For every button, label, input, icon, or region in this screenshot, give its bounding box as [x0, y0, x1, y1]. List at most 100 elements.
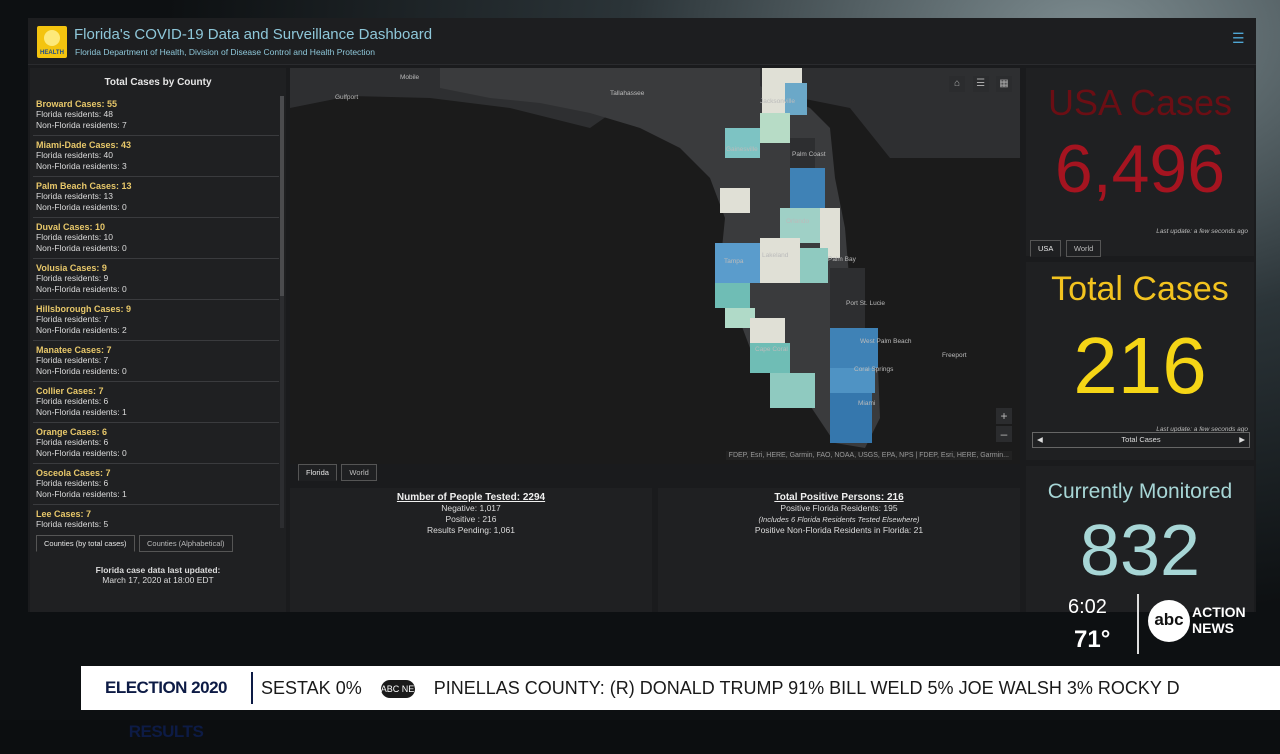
map-label-mobile: Mobile	[400, 74, 420, 81]
map-label-gulfport: Gulfport	[335, 94, 359, 101]
positive-persons-title[interactable]: Total Positive Persons: 216	[658, 492, 1020, 503]
county-fl-residents: Florida residents: 48	[36, 109, 114, 119]
positive-fl-residents: Positive Florida Residents: 195	[780, 503, 898, 513]
list-icon[interactable]: ☰	[972, 76, 989, 92]
dashboard-header: HEALTH Florida's COVID-19 Data and Surve…	[28, 18, 1256, 65]
map-label-coral-springs: Coral Springs	[854, 366, 894, 373]
positive-note: (Includes 6 Florida Residents Tested Els…	[758, 515, 920, 524]
county-fl-residents: Florida residents: 6	[36, 478, 109, 488]
tab-counties-alphabetical[interactable]: Counties (Alphabetical)	[139, 535, 233, 552]
county-fl-residents: Florida residents: 6	[36, 437, 109, 447]
list-item[interactable]: Manatee Cases: 7 Florida residents: 7 No…	[33, 342, 279, 382]
list-item[interactable]: Miami-Dade Cases: 43 Florida residents: …	[33, 137, 279, 177]
map-svg	[290, 68, 1020, 448]
usa-cases-value: 6,496	[1054, 131, 1226, 207]
map-label-jacksonville: Jacksonville	[760, 98, 796, 105]
people-tested-title[interactable]: Number of People Tested: 2294	[290, 492, 652, 503]
people-tested-panel: Number of People Tested: 2294 Negative: …	[290, 488, 652, 612]
positive-persons-panel: Total Positive Persons: 216 Positive Flo…	[658, 488, 1020, 612]
abc-circle-icon: abc	[1148, 600, 1190, 642]
ticker-item-sestak: SESTAK 0%	[261, 678, 362, 698]
abc-news-icon: ABC NEWS	[380, 680, 429, 699]
list-item[interactable]: Duval Cases: 10 Florida residents: 10 No…	[33, 219, 279, 259]
logo-label: HEALTH	[40, 50, 64, 56]
map-tabs: Florida World	[298, 462, 377, 481]
county-list[interactable]: Broward Cases: 55 Florida residents: 48 …	[33, 96, 279, 528]
county-volusia	[790, 168, 825, 208]
news-ticker: ELECTION 2020 RESULTS SESTAK 0% ABC NEWS…	[81, 666, 1280, 741]
county-name: Collier Cases: 7	[36, 386, 104, 396]
dashboard: HEALTH Florida's COVID-19 Data and Surve…	[28, 18, 1256, 612]
last-updated-date: March 17, 2020 at 18:00 EDT	[102, 575, 214, 585]
scrollbar-thumb[interactable]	[280, 96, 284, 296]
list-item[interactable]: Volusia Cases: 9 Florida residents: 9 No…	[33, 260, 279, 300]
last-updated-label: Florida case data last updated:	[95, 565, 221, 575]
usa-tabs: USA World	[1030, 238, 1102, 257]
monitored-title: Currently Monitored	[1047, 480, 1233, 503]
tab-world[interactable]: World	[1065, 240, 1102, 257]
county-tabs: Counties (by total cases) Counties (Alph…	[36, 533, 233, 552]
county-nonfl-residents: Non-Florida residents: 0	[36, 243, 127, 253]
tab-world[interactable]: World	[341, 464, 377, 481]
station-name: ACTION NEWS	[1192, 604, 1246, 636]
total-cases-value: 216	[1073, 321, 1207, 410]
county-palm-beach	[830, 328, 878, 368]
ticker-divider	[251, 672, 253, 704]
list-item[interactable]: Lee Cases: 7 Florida residents: 5	[33, 506, 279, 528]
page-title: Florida's COVID-19 Data and Surveillance…	[74, 26, 433, 43]
ticker-label: ELECTION 2020 RESULTS	[105, 678, 228, 741]
florida-health-logo: HEALTH	[37, 26, 67, 58]
county-name: Duval Cases: 10	[36, 222, 106, 232]
county-nonfl-residents: Non-Florida residents: 1	[36, 407, 127, 417]
county-panel: Total Cases by County Broward Cases: 55 …	[30, 68, 286, 558]
map-label-palm-coast: Palm Coast	[792, 151, 826, 158]
list-item[interactable]: Orange Cases: 6 Florida residents: 6 Non…	[33, 424, 279, 464]
list-item[interactable]: Collier Cases: 7 Florida residents: 6 No…	[33, 383, 279, 423]
map-label-tallahassee: Tallahassee	[610, 90, 645, 97]
tested-positive: Positive : 216	[445, 514, 497, 524]
page-subtitle: Florida Department of Health, Division o…	[75, 47, 376, 57]
list-item[interactable]: Palm Beach Cases: 13 Florida residents: …	[33, 178, 279, 218]
grid-icon[interactable]: ▦	[996, 76, 1012, 92]
hamburger-menu-icon[interactable]: ☰	[1232, 31, 1245, 45]
tab-florida[interactable]: Florida	[298, 464, 337, 481]
map-label-miami: Miami	[858, 400, 876, 407]
chevron-left-icon[interactable]: ◀	[1037, 433, 1043, 447]
county-fl-residents: Florida residents: 5	[36, 519, 109, 528]
chevron-right-icon[interactable]: ▶	[1239, 433, 1245, 447]
county-name: Lee Cases: 7	[36, 509, 92, 519]
county-list-scrollbar[interactable]	[280, 96, 284, 528]
ticker-text: SESTAK 0% ABC NEWS PINELLAS COUNTY: (R) …	[261, 666, 1271, 710]
county-nonfl-residents: Non-Florida residents: 0	[36, 366, 127, 376]
total-cases-title: Total Cases	[1051, 270, 1229, 308]
home-icon[interactable]: ⌂	[949, 76, 966, 92]
abc-action-news-logo: abc ACTION NEWS	[1148, 600, 1246, 642]
county-name: Orange Cases: 6	[36, 427, 108, 437]
county-name: Hillsborough Cases: 9	[36, 304, 132, 314]
florida-map[interactable]: Mobile Gulfport Tallahassee Jacksonville…	[290, 68, 1020, 464]
county-fl-residents: Florida residents: 40	[36, 150, 114, 160]
map-label-west-palm-beach: West Palm Beach	[860, 338, 912, 345]
county-collier	[770, 373, 815, 408]
zoom-out-button[interactable]: –	[996, 426, 1012, 442]
tab-counties-by-total[interactable]: Counties (by total cases)	[36, 535, 135, 552]
map-label-gainesville: Gainesville	[726, 146, 758, 153]
county-osceola	[800, 248, 828, 283]
county-citrus	[720, 188, 750, 213]
zoom-in-button[interactable]: +	[996, 408, 1012, 424]
county-name: Broward Cases: 55	[36, 99, 118, 109]
county-polk	[760, 238, 800, 283]
list-item[interactable]: Broward Cases: 55 Florida residents: 48 …	[33, 96, 279, 136]
county-nonfl-residents: Non-Florida residents: 1	[36, 489, 127, 499]
county-fl-residents: Florida residents: 9	[36, 273, 109, 283]
total-cases-panel: Total Cases 216 Last update: a few secon…	[1026, 262, 1254, 460]
usa-last-update: Last update: a few seconds ago	[1156, 228, 1248, 235]
map-label-port-st-lucie: Port St. Lucie	[846, 300, 886, 307]
broadcast-temperature: 71°	[1074, 626, 1111, 653]
map-label-cape-coral: Cape Coral	[755, 346, 788, 353]
list-item[interactable]: Osceola Cases: 7 Florida residents: 6 No…	[33, 465, 279, 505]
list-item[interactable]: Hillsborough Cases: 9 Florida residents:…	[33, 301, 279, 341]
county-name: Miami-Dade Cases: 43	[36, 140, 132, 150]
county-name: Osceola Cases: 7	[36, 468, 111, 478]
tab-usa[interactable]: USA	[1030, 240, 1062, 257]
